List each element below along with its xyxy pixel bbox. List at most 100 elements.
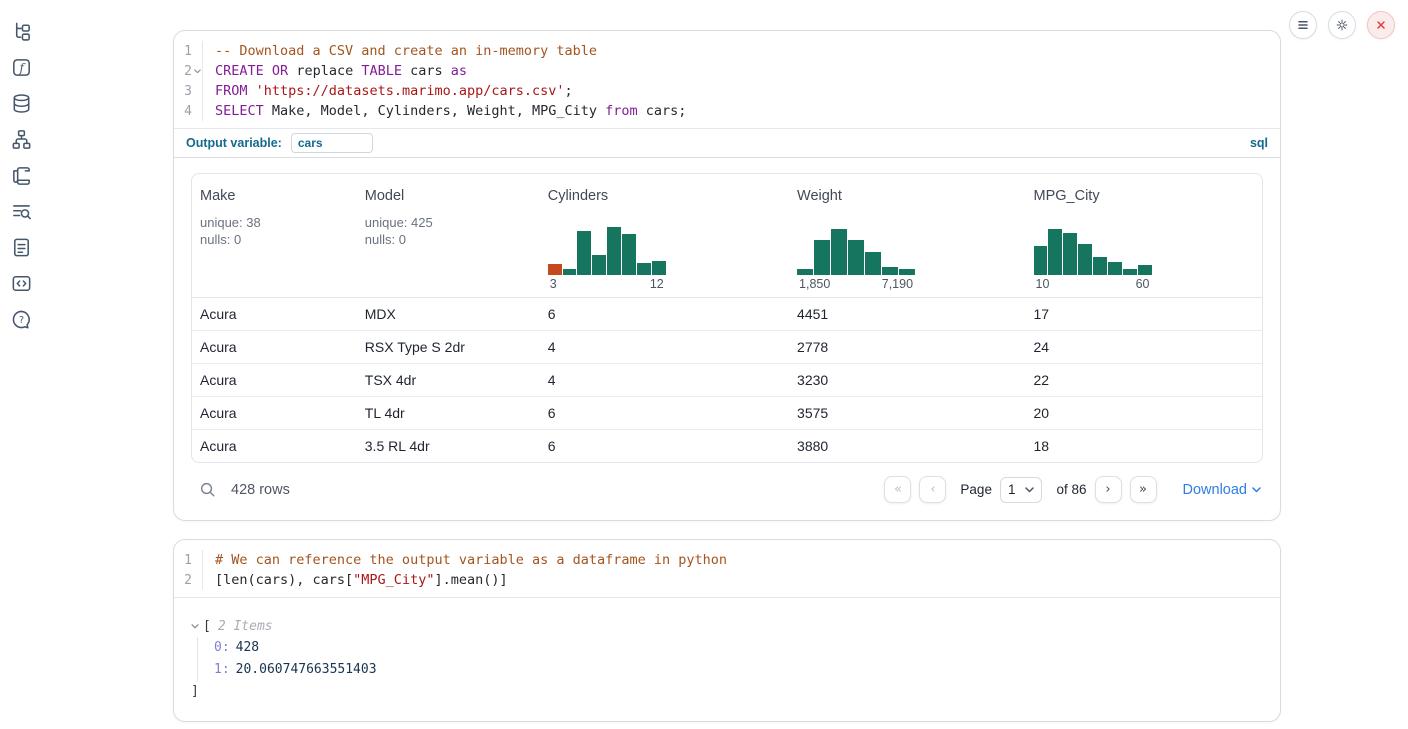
table-cell: Acura <box>192 297 357 330</box>
output-variable-row: Output variable: sql <box>174 128 1280 158</box>
row-count: 428 rows <box>231 482 290 498</box>
python-cell-output: [ 2 Items 0:4281:20.060747663551403 ] <box>174 598 1280 721</box>
table-cell: 2778 <box>789 330 1025 363</box>
list-search-icon <box>10 200 33 223</box>
tree-root-row[interactable]: [ 2 Items <box>191 615 1263 637</box>
table-cell: Acura <box>192 429 357 462</box>
column-stats: unique: 425nulls: 0 <box>365 214 532 248</box>
column-header-make[interactable]: Make unique: 38nulls: 0 <box>192 174 357 297</box>
line-number: 1 <box>184 553 192 568</box>
code-line[interactable]: -- Download a CSV and create an in-memor… <box>215 41 686 61</box>
sidebar-item-file-tree[interactable] <box>10 20 33 43</box>
code-line[interactable]: # We can reference the output variable a… <box>215 550 727 570</box>
download-button[interactable]: Download <box>1183 482 1262 498</box>
column-label: Weight <box>797 188 1017 204</box>
tree-item-key: 0: <box>214 640 230 655</box>
hamburger-menu-icon <box>1295 17 1311 33</box>
menu-button[interactable] <box>1289 11 1317 39</box>
line-number: 2 <box>184 573 192 588</box>
histogram-bar <box>622 234 636 275</box>
table-cell: 3.5 RL 4dr <box>357 429 540 462</box>
open-bracket: [ <box>203 619 211 634</box>
histogram-max-label: 7,190 <box>882 277 913 291</box>
page-label: Page <box>960 482 992 497</box>
chevron-down-icon[interactable] <box>191 624 203 629</box>
table-cell: MDX <box>357 297 540 330</box>
search-icon[interactable] <box>199 481 216 498</box>
column-histogram[interactable]: 312 <box>548 225 666 291</box>
table-row[interactable]: AcuraMDX6445117 <box>192 297 1262 330</box>
table-cell: 3880 <box>789 429 1025 462</box>
close-icon <box>1373 17 1389 33</box>
histogram-bar <box>1138 265 1152 275</box>
sidebar-item-function[interactable]: f <box>10 56 33 79</box>
sidebar-item-document[interactable] <box>10 236 33 259</box>
prev-page-button[interactable]: ‹ <box>919 476 946 503</box>
histogram-bar <box>1078 244 1092 275</box>
settings-button[interactable] <box>1328 11 1356 39</box>
column-header-model[interactable]: Modelunique: 425nulls: 0 <box>357 174 540 297</box>
table-cell: 4 <box>540 363 789 396</box>
sidebar-item-list-search[interactable] <box>10 200 33 223</box>
code-line[interactable]: CREATE OR replace TABLE cars as <box>215 61 686 81</box>
column-header-cylinders[interactable]: Cylinders312 <box>540 174 789 297</box>
histogram-bar <box>899 269 915 275</box>
column-label: Make <box>200 188 349 204</box>
last-page-button[interactable]: » <box>1130 476 1157 503</box>
column-stats: unique: 38nulls: 0 <box>200 214 349 248</box>
column-header-weight[interactable]: Weight 1,8507,190 <box>789 174 1025 297</box>
histogram-min-label: 10 <box>1036 277 1050 291</box>
table-cell: 6 <box>540 429 789 462</box>
tree-item-value: 428 <box>236 640 259 655</box>
data-table: Make unique: 38nulls: 0Modelunique: 425nu… <box>192 174 1262 462</box>
table-row[interactable]: AcuraTSX 4dr4323022 <box>192 363 1262 396</box>
table-row[interactable]: Acura3.5 RL 4dr6388018 <box>192 429 1262 462</box>
sidebar-item-dependency-graph[interactable] <box>10 128 33 151</box>
code-line[interactable]: FROM 'https://datasets.marimo.app/cars.c… <box>215 81 686 101</box>
column-header-mpg_city[interactable]: MPG_City1060 <box>1026 174 1263 297</box>
line-number-gutter: 12 <box>174 550 203 590</box>
histogram-bar <box>637 263 651 275</box>
sidebar-item-snippets[interactable] <box>10 272 33 295</box>
line-number: 3 <box>184 84 192 99</box>
function-icon: f <box>10 56 33 79</box>
sql-editor[interactable]: 1234 -- Download a CSV and create an in-… <box>174 31 1280 128</box>
histogram-min-label: 3 <box>550 277 557 291</box>
download-label: Download <box>1183 482 1248 498</box>
python-editor[interactable]: 12 # We can reference the output variabl… <box>174 540 1280 598</box>
sql-cell: 1 2 3 4 -- Download a CSV and create an in-… <box>173 30 1281 521</box>
data-table-container: Make unique: 38nulls: 0Modelunique: 425nu… <box>191 173 1263 463</box>
next-page-button[interactable]: › <box>1095 476 1122 503</box>
first-page-button[interactable]: « <box>884 476 911 503</box>
column-histogram[interactable]: 1,8507,190 <box>797 225 915 291</box>
sidebar-item-scroll[interactable] <box>10 164 33 187</box>
table-row[interactable]: AcuraRSX Type S 2dr4277824 <box>192 330 1262 363</box>
table-cell: 22 <box>1026 363 1263 396</box>
histogram-bar <box>652 261 666 275</box>
histogram-bar <box>1034 246 1048 275</box>
table-cell: TSX 4dr <box>357 363 540 396</box>
code-line[interactable]: SELECT Make, Model, Cylinders, Weight, M… <box>215 101 686 121</box>
table-cell: TL 4dr <box>357 396 540 429</box>
page-select[interactable]: 1 <box>1000 477 1043 503</box>
fold-chevron-icon[interactable] <box>192 65 202 77</box>
sql-code[interactable]: -- Download a CSV and create an in-memor… <box>203 41 686 121</box>
database-icon <box>10 92 33 115</box>
table-row[interactable]: AcuraTL 4dr6357520 <box>192 396 1262 429</box>
left-sidebar: f? <box>0 20 42 331</box>
histogram-bar <box>848 240 864 275</box>
tree-body: 0:4281:20.060747663551403 <box>197 637 1263 681</box>
close-button[interactable] <box>1367 11 1395 39</box>
table-cell: 6 <box>540 396 789 429</box>
line-number: 2 <box>184 64 192 79</box>
sidebar-item-database[interactable] <box>10 92 33 115</box>
histogram-bar <box>797 269 813 275</box>
sidebar-item-help[interactable]: ? <box>10 308 33 331</box>
output-variable-input[interactable] <box>291 133 373 153</box>
line-number: 4 <box>184 104 192 119</box>
column-histogram[interactable]: 1060 <box>1034 225 1152 291</box>
code-line[interactable]: [len(cars), cars["MPG_City"].mean()] <box>215 570 727 590</box>
python-code[interactable]: # We can reference the output variable a… <box>203 550 727 590</box>
line-number-gutter: 1234 <box>174 41 203 121</box>
notebook: 1234 -- Download a CSV and create an in-… <box>173 30 1281 722</box>
